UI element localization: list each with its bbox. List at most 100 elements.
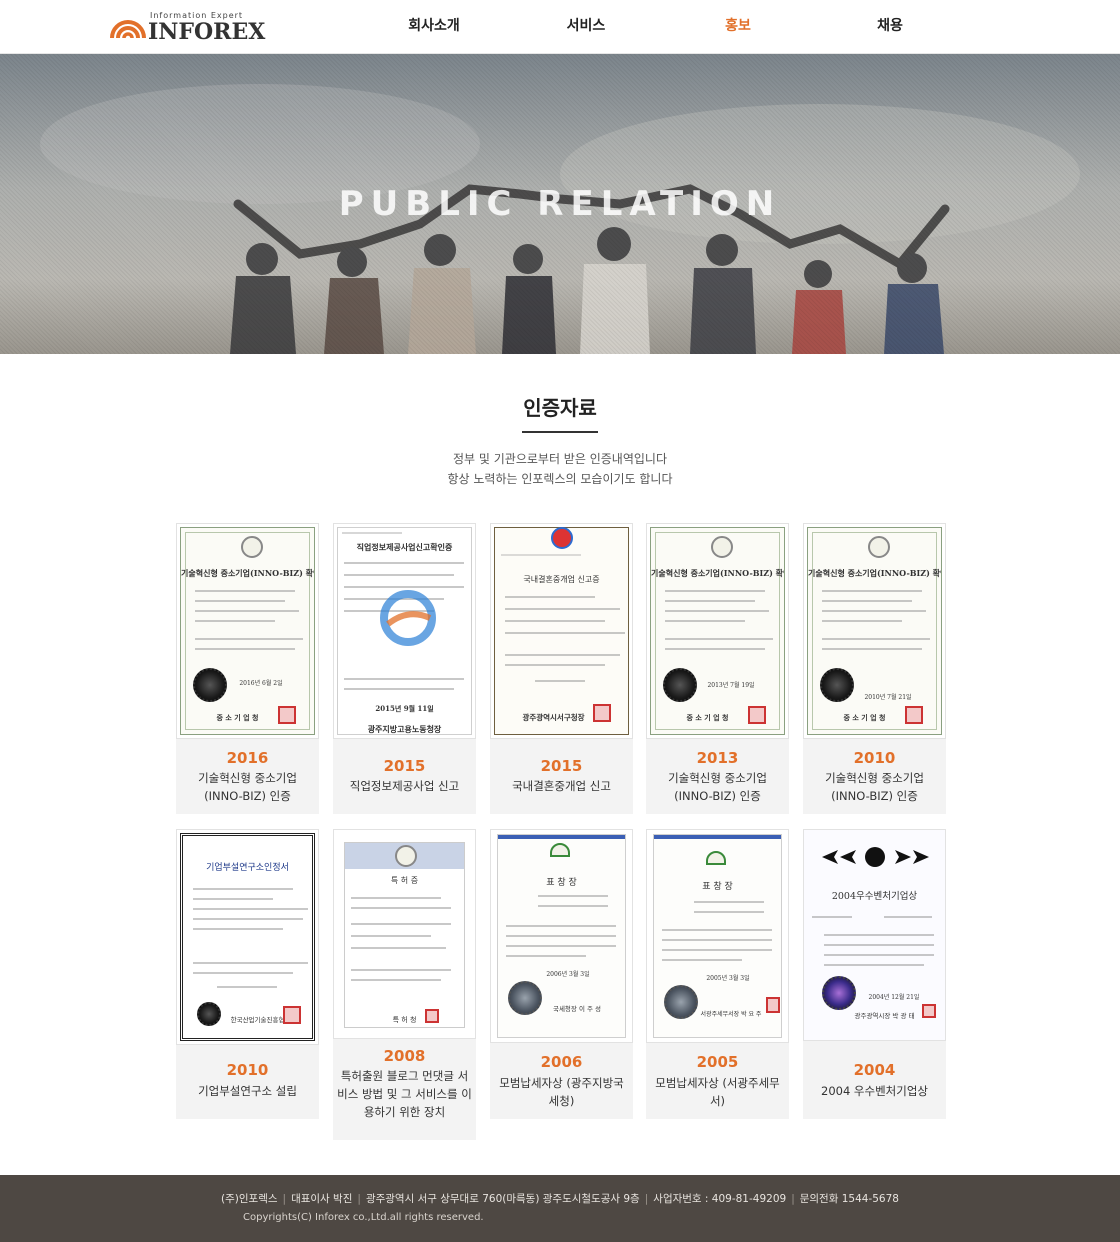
- cert-frame: 기술혁신형 중소기업(INNO-BIZ) 확인서 2013년 7월 19일 중 …: [650, 527, 785, 735]
- cert-frame: 기술혁신형 중소기업(INNO-BIZ) 확인서 2010년 7월 21일 중 …: [807, 527, 942, 735]
- cert-card[interactable]: 기술혁신형 중소기업(INNO-BIZ) 확인서 2010년 7월 21일 중 …: [803, 523, 946, 814]
- emblem-icon: [706, 851, 726, 865]
- red-stamp-icon: [922, 1004, 936, 1018]
- card-caption: 기업부설연구소 설립: [198, 1084, 297, 1098]
- nav-item-recruit[interactable]: 채용: [814, 0, 966, 54]
- cert-text-line: [505, 620, 605, 622]
- cert-top-band: [498, 835, 625, 839]
- cert-text-line: [822, 600, 912, 602]
- cert-text-line: [193, 972, 293, 974]
- cert-image[interactable]: 표 창 장 2005년 3월 3일 서광주세무서장 박 요 주: [646, 829, 789, 1043]
- cert-date: 2004년 12월 21일: [868, 994, 920, 1001]
- card-caption: 기술혁신형 중소기업 (INNO-BIZ) 인증: [825, 771, 924, 803]
- cert-frame: 직업정보제공사업신고확인증 2015년 9월 11일 광주지방고용노동청장: [337, 527, 472, 735]
- cert-card[interactable]: 직업정보제공사업신고확인증 2015년 9월 11일 광주지방고용노동청장 20…: [333, 523, 476, 814]
- cert-text-line: [344, 562, 464, 564]
- cert-text-line: [824, 934, 934, 936]
- main-nav: 회사소개 서비스 홍보 채용: [358, 0, 966, 54]
- cert-text-line: [505, 632, 625, 634]
- cert-frame: 국내결혼중개업 신고증 광주광역시서구청장: [494, 527, 629, 735]
- cert-text-line: [344, 574, 454, 576]
- cert-text-line: [822, 620, 902, 622]
- card-caption: 직업정보제공사업 신고: [349, 779, 460, 793]
- cert-text-line: [665, 620, 745, 622]
- cert-text-line: [342, 532, 402, 534]
- cert-card[interactable]: 국내결혼중개업 신고증 광주광역시서구청장 2015 국내결혼중개업 신고: [490, 523, 633, 814]
- nav-item-company[interactable]: 회사소개: [358, 0, 510, 54]
- cert-title: 표 창 장: [702, 882, 733, 892]
- cert-text-line: [193, 962, 308, 964]
- section-divider: [522, 431, 598, 433]
- cert-card[interactable]: 기술혁신형 중소기업(INNO-BIZ) 확인서 2013년 7월 19일 중 …: [646, 523, 789, 814]
- cert-text-line: [351, 935, 431, 937]
- nav-item-service[interactable]: 서비스: [510, 0, 662, 54]
- cert-text-line: [662, 939, 772, 941]
- cert-text-line: [351, 907, 451, 909]
- cert-card[interactable]: 기업부설연구소인정서 한국산업기술진흥협회장 2010 기업부설연구소 설립: [176, 829, 319, 1119]
- card-caption: 모범납세자상 (광주지방국세청): [499, 1076, 624, 1108]
- cert-title: 기술혁신형 중소기업(INNO-BIZ) 확인서: [808, 568, 941, 578]
- card-year: 2016: [226, 749, 269, 767]
- cert-card[interactable]: 기술혁신형 중소기업(INNO-BIZ) 확인서 2016년 6월 2일 중 소…: [176, 523, 319, 814]
- card-year: 2010: [226, 1061, 269, 1079]
- cert-frame: 2004우수벤처기업상 2004년 12월 21일 광주광역시장 박 광 태: [804, 830, 945, 1040]
- cert-text-line: [195, 590, 295, 592]
- cert-image[interactable]: 기술혁신형 중소기업(INNO-BIZ) 확인서 2010년 7월 21일 중 …: [803, 523, 946, 739]
- cert-text-line: [538, 895, 608, 897]
- cert-image[interactable]: 직업정보제공사업신고확인증 2015년 9월 11일 광주지방고용노동청장: [333, 523, 476, 739]
- logo[interactable]: Information Expert INFOREX: [108, 8, 265, 45]
- cert-text-line: [217, 986, 277, 988]
- cert-text-line: [501, 554, 581, 556]
- cert-issuer: 특 허 청: [392, 1016, 417, 1024]
- cert-text-line: [193, 908, 308, 910]
- emblem-icon: [551, 527, 573, 549]
- cert-date: 2006년 3월 3일: [546, 971, 590, 978]
- cert-card[interactable]: 2004우수벤처기업상 2004년 12월 21일 광주광역시장 박 광 태 2…: [803, 829, 946, 1119]
- footer-company: (주)인포렉스: [221, 1193, 278, 1205]
- cert-text-line: [351, 947, 446, 949]
- cert-title: 기술혁신형 중소기업(INNO-BIZ) 확인서: [181, 568, 314, 578]
- footer-info: (주)인포렉스 | 대표이사 박진 | 광주광역시 서구 상무대로 760(마륵동) 광…: [0, 1191, 1120, 1206]
- hero-title: PUBLIC RELATION: [338, 184, 782, 224]
- cert-text-line: [195, 610, 299, 612]
- cert-text-line: [344, 688, 454, 690]
- cert-image[interactable]: 국내결혼중개업 신고증 광주광역시서구청장: [490, 523, 633, 739]
- card-year: 2013: [696, 749, 739, 767]
- ornament-icon: [822, 847, 929, 867]
- cert-image[interactable]: 표 창 장 2006년 3월 3일 국세청장 이 주 성: [490, 829, 633, 1043]
- card-year: 2005: [696, 1053, 739, 1071]
- cert-frame: 특 허 증 특 허 청: [344, 842, 465, 1028]
- cert-text-line: [662, 959, 742, 961]
- cert-card[interactable]: 표 창 장 2006년 3월 3일 국세청장 이 주 성 2006 모범납세자상…: [490, 829, 633, 1119]
- section-description: 정부 및 기관으로부터 받은 인증내역입니다 항상 노력하는 인포렉스의 모습이…: [0, 449, 1120, 489]
- card-year: 2015: [383, 757, 426, 775]
- cert-image[interactable]: 기술혁신형 중소기업(INNO-BIZ) 확인서 2013년 7월 19일 중 …: [646, 523, 789, 739]
- cert-frame: 표 창 장 2006년 3월 3일 국세청장 이 주 성: [497, 834, 626, 1038]
- site-footer: (주)인포렉스 | 대표이사 박진 | 광주광역시 서구 상무대로 760(마륵동) 광…: [0, 1175, 1120, 1242]
- cert-text-line: [822, 638, 930, 640]
- cert-card[interactable]: 표 창 장 2005년 3월 3일 서광주세무서장 박 요 주 2005 모범납…: [646, 829, 789, 1119]
- cert-date: 2010년 7월 21일: [864, 694, 912, 701]
- card-year: 2015: [540, 757, 583, 775]
- footer-separator: |: [282, 1193, 287, 1205]
- card-year: 2010: [853, 749, 896, 767]
- nav-item-pr[interactable]: 홍보: [662, 0, 814, 54]
- cert-image[interactable]: 기술혁신형 중소기업(INNO-BIZ) 확인서 2016년 6월 2일 중 소…: [176, 523, 319, 739]
- cert-card[interactable]: 특 허 증 특 허 청 2008 특허출원 블로그 먼댓글 서비스 방법 및 그…: [333, 829, 476, 1140]
- cert-title: 기술혁신형 중소기업(INNO-BIZ) 확인서: [651, 568, 784, 578]
- cert-text-line: [665, 600, 755, 602]
- cert-text-line: [665, 610, 769, 612]
- section-desc-line-2: 항상 노력하는 인포렉스의 모습이기도 합니다: [447, 472, 673, 486]
- cert-image[interactable]: 2004우수벤처기업상 2004년 12월 21일 광주광역시장 박 광 태: [803, 829, 946, 1041]
- hero-banner: PUBLIC RELATION: [0, 54, 1120, 354]
- cert-title: 2004우수벤처기업상: [831, 891, 918, 902]
- cert-text-line: [505, 654, 620, 656]
- red-stamp-icon: [748, 706, 766, 724]
- red-stamp-icon: [283, 1006, 301, 1024]
- cert-image[interactable]: 특 허 증 특 허 청: [333, 829, 476, 1039]
- cert-text-line: [506, 935, 616, 937]
- red-stamp-icon: [593, 704, 611, 722]
- cert-image[interactable]: 기업부설연구소인정서 한국산업기술진흥협회장: [176, 829, 319, 1045]
- card-year: 2006: [540, 1053, 583, 1071]
- card-year: 2008: [383, 1047, 426, 1065]
